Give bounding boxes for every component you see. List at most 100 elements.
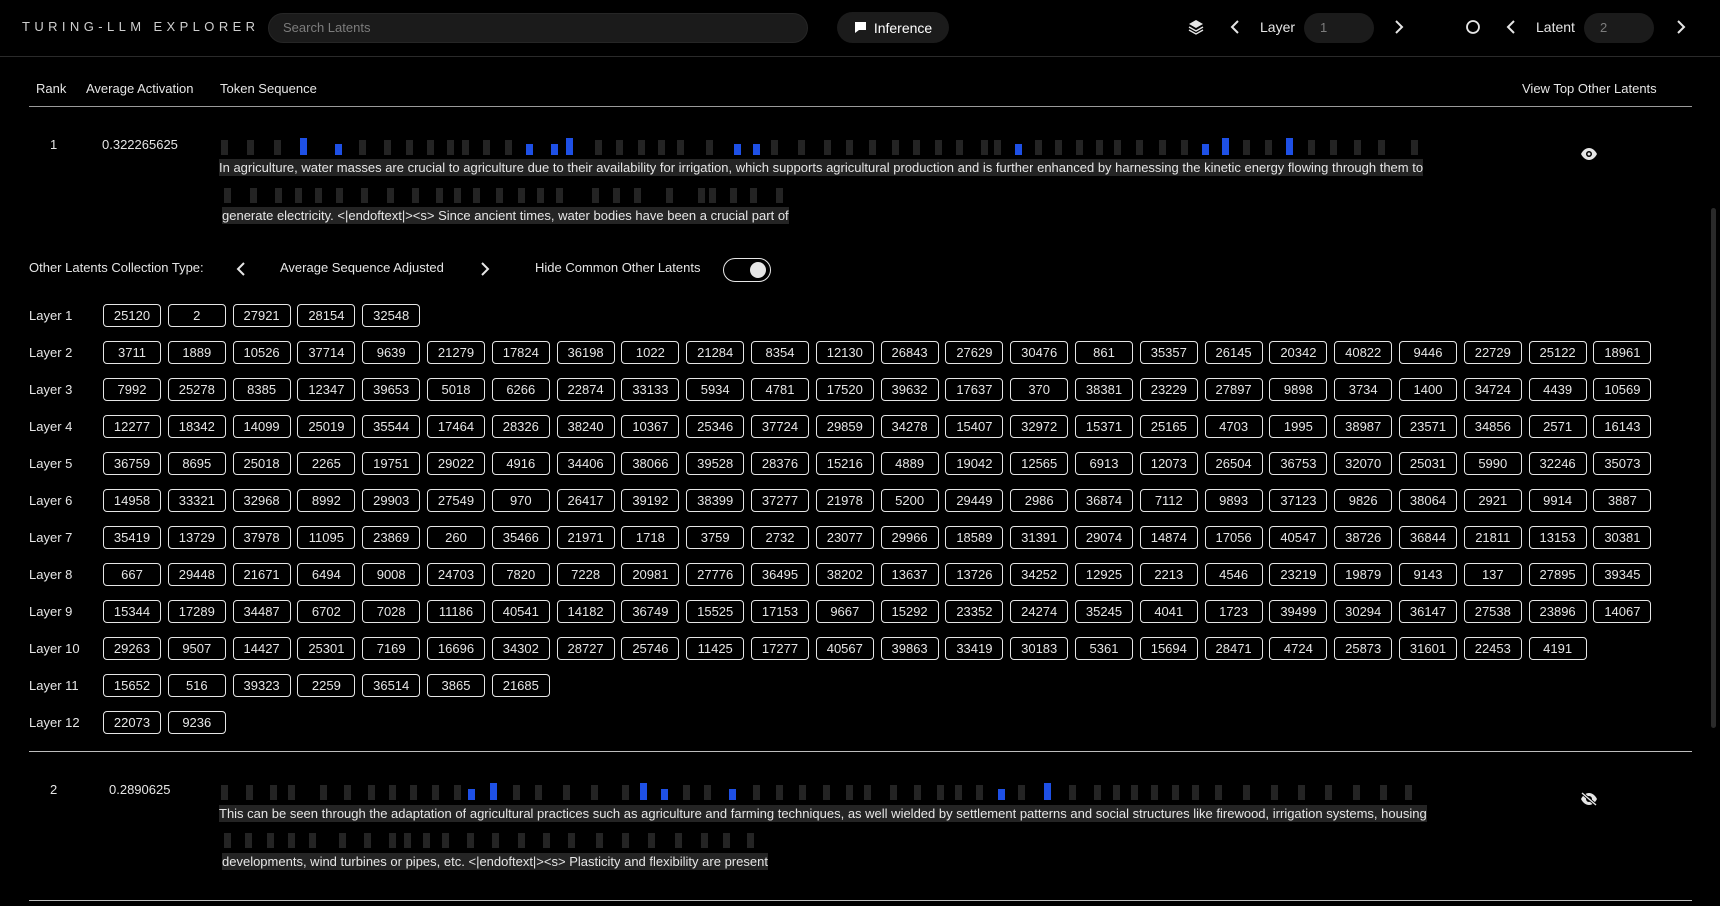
token[interactable]: electricity. <box>273 207 334 224</box>
latent-chip[interactable]: 13637 <box>880 563 939 586</box>
latent-chip[interactable]: 12073 <box>1139 452 1198 475</box>
latent-chip[interactable]: 13729 <box>167 526 226 549</box>
token[interactable]: structures <box>1128 805 1190 822</box>
latent-chip[interactable]: 38064 <box>1399 489 1457 512</box>
latent-chip[interactable]: 32968 <box>232 489 291 512</box>
latent-chip[interactable]: 38240 <box>556 415 615 438</box>
latent-chip[interactable]: 22073 <box>103 711 161 734</box>
latent-chip[interactable]: 2 <box>167 304 226 327</box>
token[interactable]: In agriculture, <box>219 159 298 176</box>
latent-chip[interactable]: 24703 <box>427 563 485 586</box>
latent-chip[interactable]: 36874 <box>1075 489 1133 512</box>
latent-chip[interactable]: 37277 <box>751 489 809 512</box>
latent-chip[interactable]: 27549 <box>427 489 485 512</box>
token[interactable]: are <box>698 853 721 870</box>
latent-chip[interactable]: 32246 <box>1528 452 1587 475</box>
latent-chip[interactable]: 4191 <box>1528 637 1587 660</box>
latent-chip[interactable]: 29263 <box>103 637 161 660</box>
token[interactable]: enhanced <box>1033 159 1095 176</box>
latent-chip[interactable]: 32972 <box>1010 415 1069 438</box>
latent-chip[interactable]: 137 <box>1463 563 1522 586</box>
latent-chip[interactable]: 3711 <box>103 341 161 364</box>
latent-chip[interactable]: 21685 <box>491 674 550 697</box>
token[interactable]: bodies <box>589 207 632 224</box>
token[interactable]: are <box>381 159 404 176</box>
latent-chip[interactable]: 4041 <box>1139 600 1198 623</box>
token[interactable]: agriculture <box>459 159 524 176</box>
latent-chip[interactable]: 11095 <box>297 526 356 549</box>
token[interactable]: masses <box>333 159 382 176</box>
latent-chip[interactable]: 23219 <box>1269 563 1328 586</box>
latent-chip[interactable]: 4703 <box>1204 415 1263 438</box>
token[interactable]: generate <box>222 207 274 224</box>
latent-chip[interactable]: 1718 <box>621 526 680 549</box>
token[interactable]: farming <box>727 805 775 822</box>
latent-chip[interactable]: 38381 <box>1075 378 1133 401</box>
latent-chip[interactable]: 23571 <box>1399 415 1457 438</box>
latent-chip[interactable]: 27629 <box>945 341 1004 364</box>
token[interactable]: This <box>219 805 244 822</box>
token[interactable]: be <box>268 805 287 822</box>
latent-chip[interactable]: 20981 <box>621 563 680 586</box>
latent-chip[interactable]: 40567 <box>815 637 874 660</box>
token[interactable]: times, <box>516 207 555 224</box>
latent-chip[interactable]: 260 <box>427 526 485 549</box>
latent-chip[interactable]: 21284 <box>686 341 745 364</box>
token[interactable]: crucial <box>707 207 749 224</box>
latent-prev-button[interactable] <box>1500 15 1522 39</box>
hide-common-toggle[interactable] <box>723 258 771 282</box>
token[interactable]: to <box>549 159 564 176</box>
latent-chip[interactable]: 17153 <box>751 600 809 623</box>
latent-chip[interactable]: 22729 <box>1463 341 1522 364</box>
latent-chip[interactable]: 36147 <box>1399 600 1457 623</box>
latent-chip[interactable]: 27538 <box>1463 600 1522 623</box>
token[interactable]: water <box>554 207 590 224</box>
latent-chip[interactable]: 9236 <box>167 711 226 734</box>
latent-chip[interactable]: 29966 <box>880 526 939 549</box>
latent-chip[interactable]: 14182 <box>556 600 615 623</box>
latent-chip[interactable]: 22453 <box>1463 637 1522 660</box>
latent-chip[interactable]: 9446 <box>1399 341 1457 364</box>
token[interactable]: systems, <box>1322 805 1378 822</box>
layer-prev-button[interactable] <box>1224 15 1246 39</box>
token[interactable]: adaptation <box>387 805 452 822</box>
latent-chip[interactable]: 36198 <box>556 341 615 364</box>
latent-chip[interactable]: 3759 <box>686 526 745 549</box>
latent-chip[interactable]: 14067 <box>1593 600 1652 623</box>
latent-chip[interactable]: 34487 <box>232 600 291 623</box>
latent-chip[interactable]: 30381 <box>1593 526 1652 549</box>
token[interactable]: of <box>774 207 789 224</box>
latent-chip[interactable]: 15407 <box>945 415 1004 438</box>
latent-chip[interactable]: 1723 <box>1204 600 1263 623</box>
latent-chip[interactable]: 20342 <box>1269 341 1328 364</box>
latent-chip[interactable]: 10526 <box>232 341 291 364</box>
latent-chip[interactable]: 37724 <box>751 415 809 438</box>
latent-chip[interactable]: 16143 <box>1593 415 1652 438</box>
latent-chip[interactable]: 38066 <box>621 452 680 475</box>
latent-chip[interactable]: 37714 <box>297 341 356 364</box>
latent-chip[interactable]: 9898 <box>1269 378 1328 401</box>
latent-chip[interactable]: 33321 <box>167 489 226 512</box>
latent-chip[interactable]: 32548 <box>362 304 421 327</box>
latent-chip[interactable]: 1995 <box>1269 415 1328 438</box>
latent-chip[interactable]: 14099 <box>232 415 291 438</box>
latent-chip[interactable]: 12565 <box>1010 452 1069 475</box>
token[interactable]: kinetic <box>1200 159 1241 176</box>
latent-chip[interactable]: 38202 <box>815 563 874 586</box>
token[interactable]: seen <box>286 805 319 822</box>
latent-chip[interactable]: 7228 <box>556 563 615 586</box>
latent-chip[interactable]: 30476 <box>1010 341 1069 364</box>
latent-chip[interactable]: 29449 <box>945 489 1004 512</box>
latent-chip[interactable]: 7112 <box>1139 489 1198 512</box>
latent-chip[interactable]: 5990 <box>1463 452 1522 475</box>
token[interactable]: by <box>935 805 953 822</box>
latent-chip[interactable]: 36749 <box>621 600 680 623</box>
latent-chip[interactable]: 38399 <box>686 489 745 512</box>
latent-chip[interactable]: 12925 <box>1075 563 1133 586</box>
token[interactable]: to <box>445 159 460 176</box>
latent-chip[interactable]: 26504 <box>1204 452 1263 475</box>
latent-chip[interactable]: 27776 <box>686 563 745 586</box>
latent-chip[interactable]: 39345 <box>1593 563 1652 586</box>
latent-chip[interactable]: 18961 <box>1593 341 1652 364</box>
latent-chip[interactable]: 5934 <box>686 378 745 401</box>
